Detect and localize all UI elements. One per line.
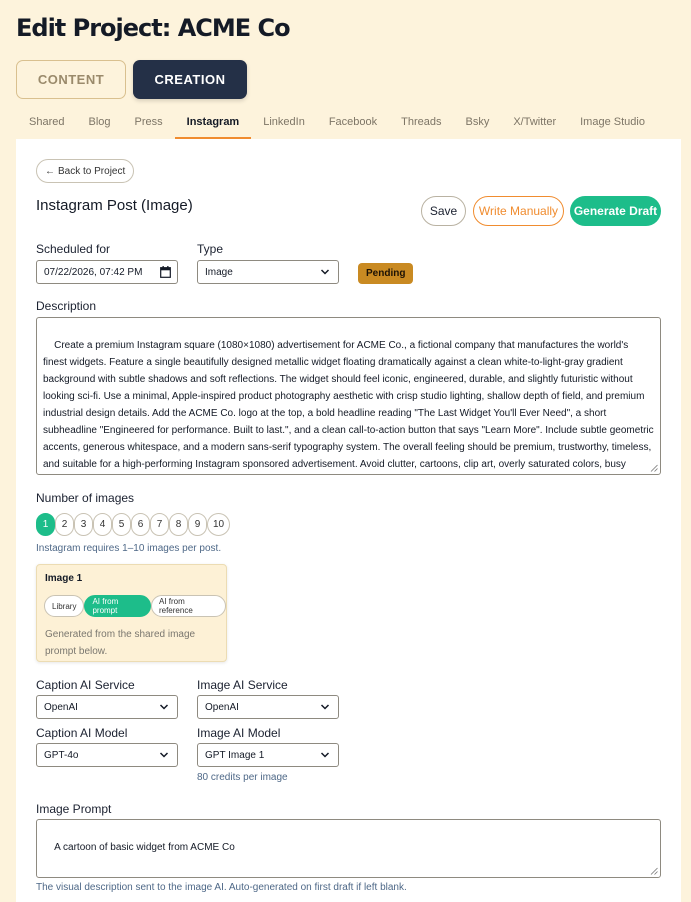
image-prompt-label: Image Prompt bbox=[36, 802, 112, 816]
image-model-credits: 80 credits per image bbox=[197, 772, 288, 783]
image-count-hint: Instagram requires 1–10 images per post. bbox=[36, 543, 222, 554]
image-count-option-9[interactable]: 9 bbox=[188, 513, 207, 536]
back-label: Back to Project bbox=[58, 165, 126, 177]
chevron-down-icon bbox=[159, 704, 169, 710]
image-slot-card: Image 1 Library AI from prompt AI from r… bbox=[36, 564, 227, 662]
page-title: Edit Project: ACME Co bbox=[16, 14, 291, 42]
platform-tabs: Shared Blog Press Instagram LinkedIn Fac… bbox=[16, 111, 657, 139]
write-manually-button[interactable]: Write Manually bbox=[473, 196, 564, 226]
scheduled-value: 07/22/2026, 07:42 PM bbox=[44, 266, 143, 278]
section-title: Instagram Post (Image) bbox=[36, 197, 193, 214]
tab-blog[interactable]: Blog bbox=[76, 111, 122, 139]
chevron-down-icon bbox=[320, 269, 330, 275]
resize-grip-icon[interactable] bbox=[650, 464, 658, 472]
image-source-toggle: Library AI from prompt AI from reference bbox=[44, 595, 226, 617]
image-model-value: GPT Image 1 bbox=[205, 749, 265, 761]
resize-grip-icon[interactable] bbox=[650, 867, 658, 875]
source-ai-reference-button[interactable]: AI from reference bbox=[150, 595, 226, 617]
chevron-down-icon bbox=[159, 752, 169, 758]
image-service-select[interactable]: OpenAI bbox=[197, 695, 339, 719]
image-service-value: OpenAI bbox=[205, 701, 239, 713]
caption-model-select[interactable]: GPT-4o bbox=[36, 743, 178, 767]
generate-draft-button[interactable]: Generate Draft bbox=[570, 196, 661, 226]
scheduled-label: Scheduled for bbox=[36, 242, 111, 256]
image-count-option-4[interactable]: 4 bbox=[93, 513, 112, 536]
image-count-option-3[interactable]: 3 bbox=[74, 513, 93, 536]
tab-linkedin[interactable]: LinkedIn bbox=[251, 111, 317, 139]
tab-image-studio[interactable]: Image Studio bbox=[568, 111, 657, 139]
description-textarea[interactable]: Create a premium Instagram square (1080×… bbox=[36, 317, 661, 475]
image-slot-description: Generated from the shared image prompt b… bbox=[45, 629, 196, 657]
description-label: Description bbox=[36, 299, 97, 313]
image-count-option-10[interactable]: 10 bbox=[207, 513, 230, 536]
image-count-picker: 1 2 3 4 5 6 7 8 9 10 bbox=[36, 513, 230, 536]
image-service-label: Image AI Service bbox=[197, 678, 288, 692]
type-value: Image bbox=[205, 266, 233, 278]
caption-model-value: GPT-4o bbox=[44, 749, 79, 761]
image-model-label: Image AI Model bbox=[197, 726, 281, 740]
source-library-button[interactable]: Library bbox=[44, 595, 85, 617]
caption-service-value: OpenAI bbox=[44, 701, 78, 713]
scheduled-input[interactable]: 07/22/2026, 07:42 PM bbox=[36, 260, 178, 284]
type-label: Type bbox=[197, 242, 224, 256]
image-count-option-6[interactable]: 6 bbox=[131, 513, 150, 536]
image-slot-title: Image 1 bbox=[45, 573, 83, 584]
chevron-down-icon bbox=[320, 752, 330, 758]
status-badge: Pending bbox=[358, 263, 414, 284]
description-text: Create a premium Instagram square (1080×… bbox=[43, 340, 654, 470]
type-select[interactable]: Image bbox=[197, 260, 339, 284]
save-button[interactable]: Save bbox=[421, 196, 466, 226]
back-to-project-button[interactable]: ← Back to Project bbox=[36, 159, 135, 183]
image-count-label: Number of images bbox=[36, 491, 135, 505]
image-count-option-2[interactable]: 2 bbox=[55, 513, 74, 536]
tab-threads[interactable]: Threads bbox=[389, 111, 453, 139]
image-count-option-1[interactable]: 1 bbox=[36, 513, 55, 536]
tab-press[interactable]: Press bbox=[123, 111, 175, 139]
tab-instagram[interactable]: Instagram bbox=[174, 111, 252, 139]
calendar-icon bbox=[160, 266, 171, 278]
image-count-option-8[interactable]: 8 bbox=[169, 513, 188, 536]
image-model-select[interactable]: GPT Image 1 bbox=[197, 743, 339, 767]
image-prompt-textarea[interactable]: A cartoon of basic widget from ACME Co bbox=[36, 819, 661, 878]
arrow-left-icon: ← bbox=[45, 165, 55, 177]
tab-x-twitter[interactable]: X/Twitter bbox=[501, 111, 568, 139]
image-prompt-hint: The visual description sent to the image… bbox=[36, 882, 407, 893]
tab-shared[interactable]: Shared bbox=[16, 111, 76, 139]
image-count-option-7[interactable]: 7 bbox=[150, 513, 169, 536]
tab-facebook[interactable]: Facebook bbox=[317, 111, 389, 139]
chevron-down-icon bbox=[320, 704, 330, 710]
tab-bsky[interactable]: Bsky bbox=[453, 111, 501, 139]
source-ai-prompt-button[interactable]: AI from prompt bbox=[84, 595, 151, 617]
caption-service-label: Caption AI Service bbox=[36, 678, 135, 692]
caption-model-label: Caption AI Model bbox=[36, 726, 128, 740]
instagram-panel: ← Back to Project Instagram Post (Image)… bbox=[16, 139, 681, 902]
creation-mode-button[interactable]: CREATION bbox=[133, 60, 247, 99]
caption-service-select[interactable]: OpenAI bbox=[36, 695, 178, 719]
image-count-option-5[interactable]: 5 bbox=[112, 513, 131, 536]
content-mode-button[interactable]: CONTENT bbox=[16, 60, 126, 99]
image-prompt-text: A cartoon of basic widget from ACME Co bbox=[54, 842, 235, 853]
